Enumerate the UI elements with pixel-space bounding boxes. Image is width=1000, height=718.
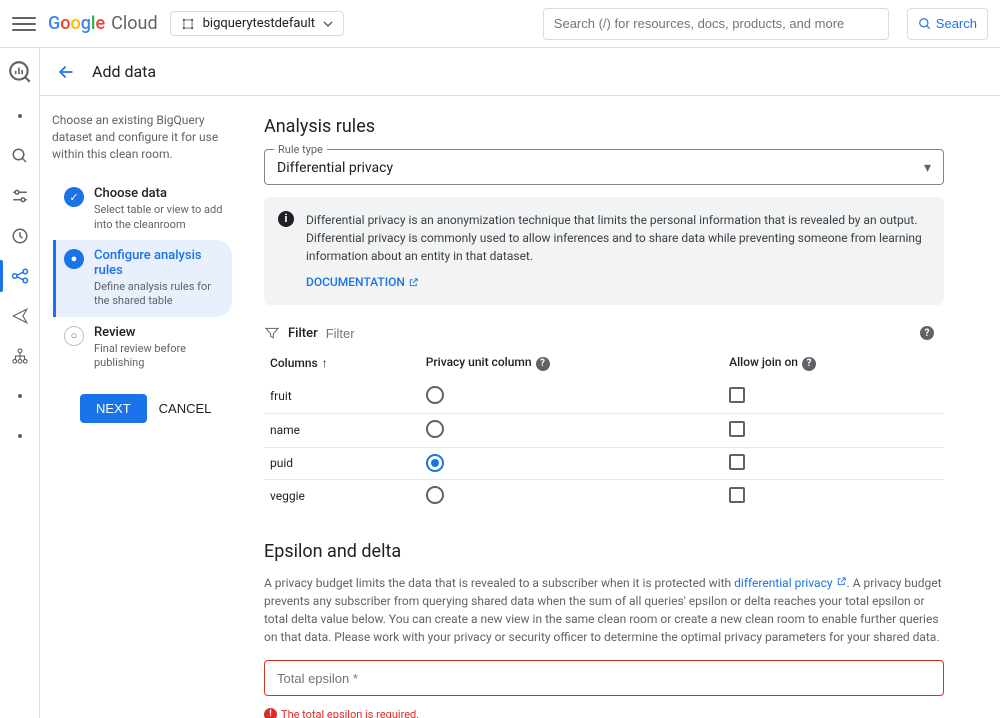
step-configure-rules[interactable]: ● Configure analysis rules Define analys… (53, 240, 232, 317)
filter-label: Filter (288, 326, 318, 341)
table-row: name (264, 413, 944, 447)
rail-bigquery-icon[interactable] (4, 56, 36, 88)
epsilon-description: A privacy budget limits the data that is… (264, 574, 944, 646)
external-link-icon (408, 277, 419, 288)
page-title: Add data (92, 62, 156, 81)
back-button[interactable] (56, 62, 76, 82)
col-header-join: Allow join on? (723, 347, 944, 379)
step-review[interactable]: ○ Review Final review before publishing (53, 317, 232, 379)
documentation-link[interactable]: DOCUMENTATION (306, 273, 419, 291)
privacy-radio-puid[interactable] (426, 454, 444, 472)
nav-menu-button[interactable] (12, 12, 36, 36)
rail-send-icon[interactable] (8, 304, 32, 328)
join-checkbox-name[interactable] (729, 421, 745, 437)
help-icon[interactable]: ? (802, 357, 816, 371)
table-row: puid (264, 447, 944, 479)
epsilon-heading: Epsilon and delta (264, 541, 944, 562)
rail-dot3[interactable] (8, 424, 32, 448)
help-icon[interactable]: ? (920, 326, 934, 340)
privacy-radio-veggie[interactable] (426, 486, 444, 504)
chevron-down-icon (323, 19, 333, 29)
help-icon[interactable]: ? (536, 357, 550, 371)
chevron-down-icon: ▾ (924, 160, 931, 176)
rail-analytics-hub-icon[interactable] (8, 264, 32, 288)
search-input[interactable] (544, 16, 888, 31)
analysis-rules-heading: Analysis rules (264, 116, 944, 137)
filter-icon (264, 325, 280, 341)
rail-search-icon[interactable] (8, 144, 32, 168)
privacy-radio-fruit[interactable] (426, 386, 444, 404)
current-step-icon: ● (64, 249, 84, 269)
next-button[interactable]: NEXT (80, 394, 147, 423)
search-icon (918, 17, 932, 31)
info-box: i Differential privacy is an anonymizati… (264, 197, 944, 305)
rail-dot[interactable] (8, 104, 32, 128)
total-epsilon-input[interactable] (277, 671, 931, 686)
total-epsilon-field[interactable] (264, 660, 944, 696)
rail-dot2[interactable] (8, 384, 32, 408)
search-box[interactable] (543, 8, 889, 40)
join-checkbox-fruit[interactable] (729, 387, 745, 403)
search-button[interactable]: Search (907, 8, 988, 40)
project-picker[interactable]: bigquerytestdefault (170, 11, 344, 36)
intro-text: Choose an existing BigQuery dataset and … (52, 112, 232, 162)
rail-tree-icon[interactable] (8, 344, 32, 368)
pending-step-icon: ○ (64, 326, 84, 346)
col-header-columns[interactable]: Columns↑ (264, 347, 420, 379)
join-checkbox-puid[interactable] (729, 454, 745, 470)
google-cloud-logo[interactable]: Google Cloud (48, 13, 158, 34)
table-row: veggie (264, 479, 944, 513)
total-epsilon-error: ! The total epsilon is required. (264, 708, 944, 718)
external-link-icon (836, 576, 847, 587)
join-checkbox-veggie[interactable] (729, 487, 745, 503)
filter-input[interactable] (326, 326, 944, 341)
rail-history-icon[interactable] (8, 224, 32, 248)
info-icon: i (278, 211, 294, 227)
error-icon: ! (264, 708, 277, 718)
table-row: fruit (264, 379, 944, 413)
differential-privacy-link[interactable]: differential privacy (734, 576, 846, 590)
check-icon: ✓ (64, 187, 84, 207)
cancel-button[interactable]: CANCEL (159, 394, 212, 423)
step-choose-data[interactable]: ✓ Choose data Select table or view to ad… (53, 178, 232, 240)
col-header-privacy: Privacy unit column? (420, 347, 723, 379)
project-name: bigquerytestdefault (203, 16, 315, 31)
rule-type-select[interactable]: Rule type Differential privacy ▾ (264, 149, 944, 185)
project-icon (181, 17, 195, 31)
privacy-radio-name[interactable] (426, 420, 444, 438)
rail-sliders-icon[interactable] (8, 184, 32, 208)
